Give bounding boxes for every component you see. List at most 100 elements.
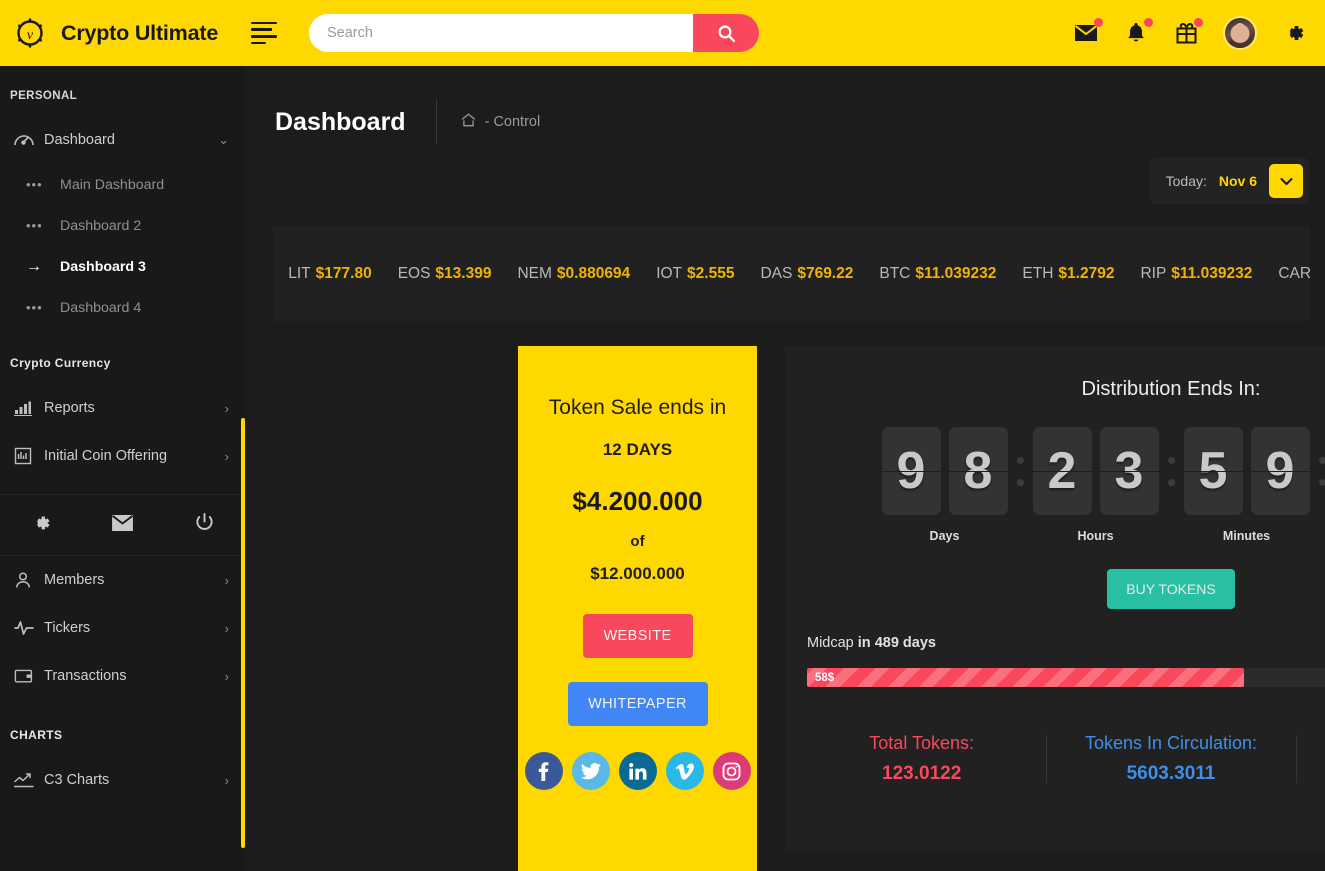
messages-badge <box>1094 18 1103 27</box>
midcap-progress-fill: 58$ <box>807 668 1244 687</box>
speedometer-icon <box>14 133 44 147</box>
messages-icon[interactable] <box>1073 18 1103 46</box>
stat-tokens-in-circulation: Tokens In Circulation: 5603.3011 <box>1046 733 1295 785</box>
sidebar-item-reports[interactable]: Reports › <box>0 384 245 432</box>
sidebar-subitem-label: Main Dashboard <box>60 176 165 193</box>
sidebar-item-ico-label: Initial Coin Offering <box>44 448 168 464</box>
countdown-label: Minutes <box>1222 529 1271 543</box>
chevron-right-icon: › <box>224 620 229 636</box>
date-label: Today: <box>1165 173 1207 189</box>
home-icon[interactable] <box>461 113 476 131</box>
page-header: Dashboard - Control <box>245 66 1325 150</box>
main-content: Dashboard - Control Today: Nov 6 55 LIT$… <box>245 66 1325 871</box>
vimeo-icon[interactable] <box>665 752 704 791</box>
countdown-digit: 5 <box>1183 427 1243 515</box>
ticker-price: $11.039232 <box>1171 264 1253 282</box>
hamburger-icon[interactable] <box>251 21 285 45</box>
notifications-icon[interactable] <box>1123 18 1153 46</box>
header-divider <box>435 99 437 145</box>
countdown-minutes: 5 9 Minutes <box>1183 427 1310 543</box>
whitepaper-button[interactable]: WHITEPAPER <box>567 682 708 727</box>
sidebar-item-transactions[interactable]: Transactions › <box>0 652 245 700</box>
avatar[interactable] <box>1223 16 1257 50</box>
token-stats: Total Tokens: 123.0122 Tokens In Circula… <box>785 733 1325 785</box>
gear-icon[interactable] <box>1281 20 1307 46</box>
sidebar-item-transactions-label: Transactions <box>44 668 127 684</box>
facebook-icon[interactable] <box>524 752 563 791</box>
chevron-right-icon: › <box>224 668 229 684</box>
bullet-dots-icon: ••• <box>26 177 43 192</box>
sidebar-item-tickers[interactable]: Tickers › <box>0 604 245 652</box>
sidebar-subitem-dashboard-2[interactable]: ••• Dashboard 2 <box>0 205 245 246</box>
sidebar-item-dashboard[interactable]: Dashboard ⌄ <box>0 116 245 164</box>
search-input[interactable] <box>309 14 693 52</box>
mail-icon[interactable] <box>111 514 134 537</box>
ticker-item: CAR$0.5 <box>1278 265 1310 283</box>
chevron-down-icon: ⌄ <box>218 132 229 147</box>
token-sale-days: 12 DAYS <box>602 440 673 460</box>
arrow-right-icon: → <box>26 257 43 275</box>
search-bar <box>309 14 759 52</box>
countdown-separator <box>1008 427 1033 515</box>
stat-value: 123.0122 <box>882 763 962 784</box>
website-button[interactable]: WEBSITE <box>582 614 693 659</box>
ticker-symbol: LIT <box>288 264 311 282</box>
top-bar-icons <box>1073 16 1311 50</box>
ticker-price: $13.399 <box>435 264 492 282</box>
bullet-dots-icon: ••• <box>26 300 43 315</box>
midcap-label: Midcap in 489 days <box>807 635 1325 651</box>
stat-total-tokens: Total Tokens: 123.0122 <box>797 733 1046 785</box>
stat-label: Token Price: <box>1296 733 1325 754</box>
midcap-progress-bar: 58$ <box>807 668 1325 687</box>
token-sale-of: of <box>630 533 645 551</box>
ticker-symbol: CAR <box>1278 264 1310 282</box>
ticker-symbol: BTC <box>879 264 911 282</box>
date-dropdown-button[interactable] <box>1269 164 1303 198</box>
countdown-digit: 3 <box>1099 427 1159 515</box>
ticker-item: BTC $11.039232 <box>879 265 996 283</box>
breadcrumb-text: - Control <box>484 114 541 130</box>
gifts-icon[interactable] <box>1173 18 1203 46</box>
sidebar-subitem-dashboard-4[interactable]: ••• Dashboard 4 <box>0 287 245 328</box>
sidebar-subitem-dashboard-3[interactable]: → Dashboard 3 <box>0 246 245 287</box>
brand-area[interactable]: v Crypto Ultimate <box>0 0 245 66</box>
ticker-item: LIT $177.80 <box>288 265 371 283</box>
countdown-separator <box>1310 427 1325 515</box>
ticker-item: DAS $769.22 <box>760 265 853 283</box>
ticker-symbol: IOT <box>656 264 683 282</box>
sidebar-item-members[interactable]: Members › <box>0 556 245 604</box>
search-button[interactable] <box>693 14 759 52</box>
notifications-badge <box>1144 18 1153 27</box>
countdown-label: Hours <box>1077 529 1114 543</box>
countdown-digit: 8 <box>948 427 1008 515</box>
midcap-strong: in 489 days <box>857 635 936 651</box>
page-title: Dashboard <box>275 107 406 136</box>
user-icon <box>14 571 44 589</box>
price-ticker-bar[interactable]: 55 LIT$177.80 EOS$13.399 NEM$0.880694 IO… <box>273 226 1310 321</box>
top-bar: v Crypto Ultimate <box>0 0 1325 66</box>
ticker-symbol: RIP <box>1140 264 1167 282</box>
distribution-title: Distribution Ends In: <box>1081 378 1261 400</box>
instagram-icon[interactable] <box>712 752 751 791</box>
social-links <box>518 752 757 791</box>
settings-icon[interactable] <box>30 512 52 539</box>
token-sale-goal: $12.000.000 <box>590 564 685 584</box>
hardcap-label: Hardcap <box>807 693 1325 709</box>
stat-label: Total Tokens: <box>869 733 975 753</box>
progress-value-label: 58$ <box>815 671 835 684</box>
wallet-icon <box>14 668 44 684</box>
crypto-coin-icon: v <box>12 15 48 51</box>
buy-tokens-button[interactable]: BUY TOKENS <box>1107 569 1235 609</box>
linkedin-icon[interactable] <box>618 752 657 791</box>
ticker-item: ETH $1.2792 <box>1022 265 1114 283</box>
sidebar-subitem-main-dashboard[interactable]: ••• Main Dashboard <box>0 164 245 205</box>
power-icon[interactable] <box>194 512 215 538</box>
sidebar-item-initial-coin-offering[interactable]: Initial Coin Offering › <box>0 432 245 480</box>
sidebar-subitem-label: Dashboard 2 <box>60 217 142 234</box>
twitter-icon[interactable] <box>571 752 610 791</box>
sidebar-item-c3-charts[interactable]: C3 Charts › <box>0 756 245 804</box>
dashboard-page: v Crypto Ultimate Search PERSONAL Dashbo… <box>0 0 1325 871</box>
pulse-icon <box>14 620 44 636</box>
breadcrumb: - Control <box>461 113 541 131</box>
ticker-price: $11.039232 <box>915 264 997 282</box>
